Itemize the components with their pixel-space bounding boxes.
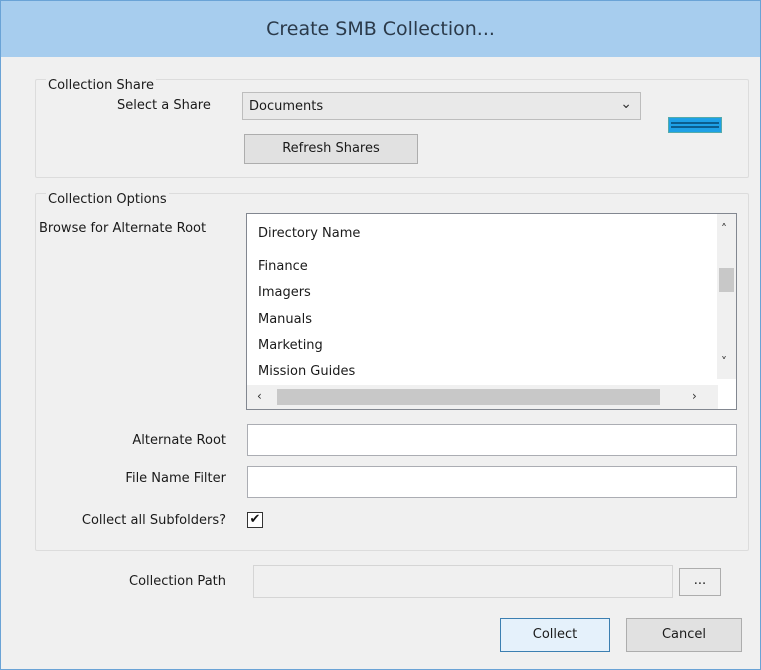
browse-path-button[interactable]: ... [679,568,721,596]
alternate-root-input[interactable] [247,424,737,456]
browse-alternate-root-label: Browse for Alternate Root [39,221,207,236]
logo-stripe [671,126,719,128]
collect-button-label: Collect [532,627,578,642]
brand-logo-icon [668,117,722,133]
ellipsis-icon: ... [693,573,707,588]
horizontal-scrollbar[interactable]: ‹ › [247,385,718,409]
logo-stripe [671,122,719,124]
vertical-scrollbar[interactable]: ˄ ˅ [717,214,736,379]
chevron-up-icon[interactable]: ˄ [721,222,727,236]
collect-subfolders-label: Collect all Subfolders? [81,513,226,528]
list-item[interactable]: Manuals [258,312,312,327]
select-share-label: Select a Share [117,98,211,113]
list-item[interactable]: Imagers [258,285,311,300]
alternate-root-label: Alternate Root [132,433,226,448]
dialog-title[interactable]: Create SMB Collection... [1,1,760,57]
vertical-scroll-thumb[interactable] [719,268,734,292]
chevron-down-icon[interactable]: ˅ [721,355,727,369]
chevron-right-icon[interactable]: › [692,389,697,403]
horizontal-scroll-thumb[interactable] [277,389,660,405]
refresh-shares-label: Refresh Shares [282,141,380,156]
chevron-left-icon[interactable]: ‹ [257,389,262,403]
share-select[interactable]: Documents ⌄ [242,92,641,120]
list-item[interactable]: Finance [258,259,308,274]
cancel-button[interactable]: Cancel [626,618,742,652]
directory-listbox[interactable]: Directory Name Finance Imagers Manuals M… [246,213,737,410]
list-item[interactable]: Mission Guides [258,364,355,379]
list-item[interactable]: Marketing [258,338,323,353]
collection-share-title: Collection Share [46,78,156,93]
dialog-window: Create SMB Collection... Collection Shar… [0,0,761,670]
checkmark-icon: ✔ [249,512,261,527]
collection-path-input[interactable] [253,565,673,598]
directory-column-header[interactable]: Directory Name [258,226,360,241]
cancel-button-label: Cancel [661,627,707,642]
file-name-filter-input[interactable] [247,466,737,498]
collect-button[interactable]: Collect [500,618,610,652]
collect-subfolders-checkbox[interactable]: ✔ [247,512,263,528]
collection-path-label: Collection Path [129,574,226,589]
file-name-filter-label: File Name Filter [125,471,226,486]
dialog-body: Collection Share Select a Share Document… [12,57,749,657]
collection-options-title: Collection Options [46,192,169,207]
refresh-shares-button[interactable]: Refresh Shares [244,134,418,164]
share-select-value: Documents [249,99,324,114]
chevron-down-icon[interactable]: ⌄ [620,96,632,112]
